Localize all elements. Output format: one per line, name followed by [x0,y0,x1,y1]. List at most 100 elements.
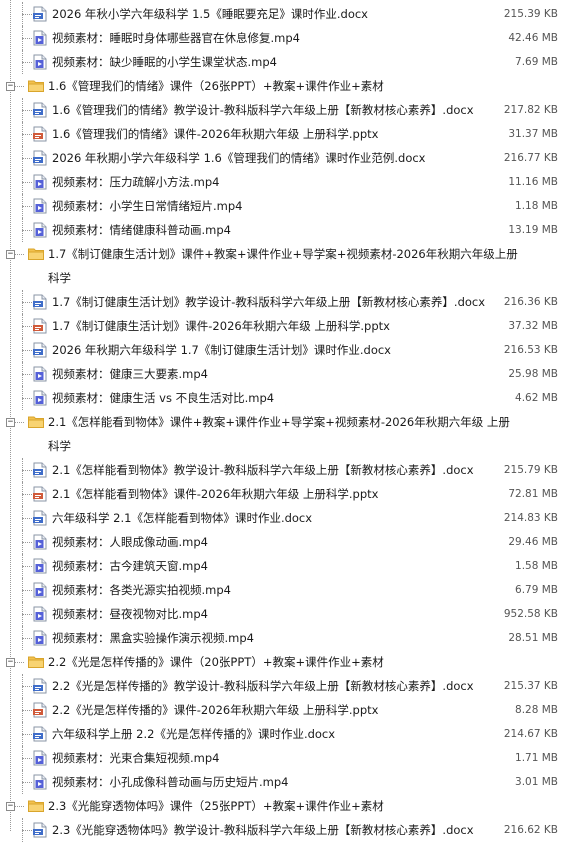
file-size: 25.98 MB [508,368,558,380]
tree-connector [22,494,32,495]
file-size: 3.01 MB [515,776,558,788]
file-row[interactable]: 视频素材：黑盒实验操作演示视频.mp4 28.51 MB [0,626,570,650]
tree-connector [22,638,32,639]
file-name: 1.7《制订健康生活计划》教学设计-教科版科学六年级上册【新教材核心素养】.do… [52,295,486,309]
file-row[interactable]: 视频素材：缺少睡眠的小学生课堂状态.mp4 7.69 MB [0,50,570,74]
ppt-icon [33,702,47,718]
folder-row[interactable]: − 2.2《光是怎样传播的》课件（20张PPT）+教案+课件作业+素材 [0,650,570,674]
file-row[interactable]: 2.2《光是怎样传播的》教学设计-教科版科学六年级上册【新教材核心素养】.doc… [0,674,570,698]
file-row[interactable]: 1.7《制订健康生活计划》教学设计-教科版科学六年级上册【新教材核心素养】.do… [0,290,570,314]
collapse-toggle-icon[interactable]: − [6,418,15,427]
collapse-toggle-icon[interactable]: − [6,802,15,811]
file-size: 6.79 MB [515,584,558,596]
tree-connector [22,14,32,15]
file-row[interactable]: 视频素材：古今建筑天窗.mp4 1.58 MB [0,554,570,578]
video-icon [33,222,47,238]
file-name: 视频素材：古今建筑天窗.mp4 [52,559,208,573]
tree-connector [22,326,32,327]
tree-connector [22,134,32,135]
tree-connector [22,734,32,735]
folder-icon [28,247,44,260]
collapse-toggle-icon[interactable]: − [6,658,15,667]
file-row[interactable]: 六年级科学上册 2.2《光是怎样传播的》课时作业.docx 214.67 KB [0,722,570,746]
file-row[interactable]: 六年级科学 2.1《怎样能看到物体》课时作业.docx 214.83 KB [0,506,570,530]
doc-icon [33,150,47,166]
file-row[interactable]: 视频素材：昼夜视物对比.mp4 952.58 KB [0,602,570,626]
file-row[interactable]: 2.1《怎样能看到物体》课件-2026年秋期六年级 上册科学.pptx 72.81… [0,482,570,506]
folder-row[interactable]: − 1.7《制订健康生活计划》课件+教案+课件作业+导学案+视频素材-2026年秋… [0,242,570,290]
video-icon [33,582,47,598]
file-row[interactable]: 视频素材：睡眠时身体哪些器官在休息修复.mp4 42.46 MB [0,26,570,50]
doc-icon [33,342,47,358]
file-size: 1.71 MB [515,752,558,764]
file-row[interactable]: 视频素材：健康生活 vs 不良生活对比.mp4 4.62 MB [0,386,570,410]
folder-name: 2.2《光是怎样传播的》课件（20张PPT）+教案+课件作业+素材 [48,655,384,669]
tree-connector [22,158,32,159]
video-icon [33,198,47,214]
file-name: 六年级科学上册 2.2《光是怎样传播的》课时作业.docx [52,727,336,741]
file-name: 视频素材：光束合集短视频.mp4 [52,751,220,765]
video-icon [33,366,47,382]
file-size: 37.32 MB [508,320,558,332]
file-row[interactable]: 2026 年秋期小学六年级科学 1.6《管理我们的情绪》课时作业范例.docx 2… [0,146,570,170]
tree-connector [22,686,32,687]
file-row[interactable]: 2.1《怎样能看到物体》教学设计-教科版科学六年级上册【新教材核心素养】.doc… [0,458,570,482]
file-row[interactable]: 视频素材：各类光源实拍视频.mp4 6.79 MB [0,578,570,602]
file-name: 2.1《怎样能看到物体》课件-2026年秋期六年级 上册科学.pptx [52,487,379,501]
folder-icon [28,79,44,92]
file-size: 11.16 MB [508,176,558,188]
video-icon [33,774,47,790]
file-name: 视频素材：小学生日常情绪短片.mp4 [52,199,243,213]
collapse-toggle-icon[interactable]: − [6,250,15,259]
video-icon [33,534,47,550]
file-row[interactable]: 1.7《制订健康生活计划》课件-2026年秋期六年级 上册科学.pptx 37.3… [0,314,570,338]
file-row[interactable]: 视频素材：压力疏解小方法.mp4 11.16 MB [0,170,570,194]
file-row[interactable]: 视频素材：小孔成像科普动画与历史短片.mp4 3.01 MB [0,770,570,794]
file-row[interactable]: 2.3《光能穿透物体吗》教学设计-教科版科学六年级上册【新教材核心素养】.doc… [0,818,570,842]
file-row[interactable]: 视频素材：情绪健康科普动画.mp4 13.19 MB [0,218,570,242]
file-name: 1.6《管理我们的情绪》课件-2026年秋期六年级 上册科学.pptx [52,127,379,141]
file-size: 7.69 MB [515,56,558,68]
tree-connector [22,470,32,471]
file-size: 4.62 MB [515,392,558,404]
folder-name: 2.3《光能穿透物体吗》课件（25张PPT）+教案+课件作业+素材 [48,799,384,813]
file-size: 215.37 KB [503,680,558,692]
file-name: 1.6《管理我们的情绪》教学设计-教科版科学六年级上册【新教材核心素养】.doc… [52,103,474,117]
tree-connector [22,518,32,519]
file-name: 视频素材：睡眠时身体哪些器官在休息修复.mp4 [52,31,300,45]
ppt-icon [33,318,47,334]
tree-connector [22,710,32,711]
file-row[interactable]: 2026 年秋小学六年级科学 1.5《睡眠要充足》课时作业.docx 215.39… [0,2,570,26]
file-size: 72.81 MB [508,488,558,500]
collapse-toggle-icon[interactable]: − [6,82,15,91]
file-row[interactable]: 1.6《管理我们的情绪》教学设计-教科版科学六年级上册【新教材核心素养】.doc… [0,98,570,122]
tree-connector [22,398,32,399]
tree-connector [22,62,32,63]
file-row[interactable]: 视频素材：光束合集短视频.mp4 1.71 MB [0,746,570,770]
video-icon [33,30,47,46]
file-size: 28.51 MB [508,632,558,644]
file-name: 视频素材：压力疏解小方法.mp4 [52,175,220,189]
file-name: 视频素材：黑盒实验操作演示视频.mp4 [52,631,254,645]
file-row[interactable]: 1.6《管理我们的情绪》课件-2026年秋期六年级 上册科学.pptx 31.37… [0,122,570,146]
tree-connector [22,182,32,183]
file-name: 2.1《怎样能看到物体》教学设计-教科版科学六年级上册【新教材核心素养】.doc… [52,463,474,477]
folder-icon [28,415,44,428]
file-size: 29.46 MB [508,536,558,548]
file-row[interactable]: 视频素材：小学生日常情绪短片.mp4 1.18 MB [0,194,570,218]
file-size: 216.62 KB [503,824,558,836]
file-row[interactable]: 2026 年秋期六年级科学 1.7《制订健康生活计划》课时作业.docx 216.… [0,338,570,362]
tree-connector [22,302,32,303]
file-row[interactable]: 视频素材：人眼成像动画.mp4 29.46 MB [0,530,570,554]
folder-row[interactable]: − 2.3《光能穿透物体吗》课件（25张PPT）+教案+课件作业+素材 [0,794,570,818]
file-size: 1.18 MB [515,200,558,212]
file-name: 视频素材：健康三大要素.mp4 [52,367,208,381]
folder-row[interactable]: − 1.6《管理我们的情绪》课件（26张PPT）+教案+课件作业+素材 [0,74,570,98]
tree-connector [22,38,32,39]
file-row[interactable]: 2.2《光是怎样传播的》课件-2026年秋期六年级 上册科学.pptx 8.28 … [0,698,570,722]
file-row[interactable]: 视频素材：健康三大要素.mp4 25.98 MB [0,362,570,386]
folder-row[interactable]: − 2.1《怎样能看到物体》课件+教案+课件作业+导学案+视频素材-2026年秋期… [0,410,570,458]
video-icon [33,174,47,190]
folder-icon [28,655,44,668]
tree-connector [22,374,32,375]
